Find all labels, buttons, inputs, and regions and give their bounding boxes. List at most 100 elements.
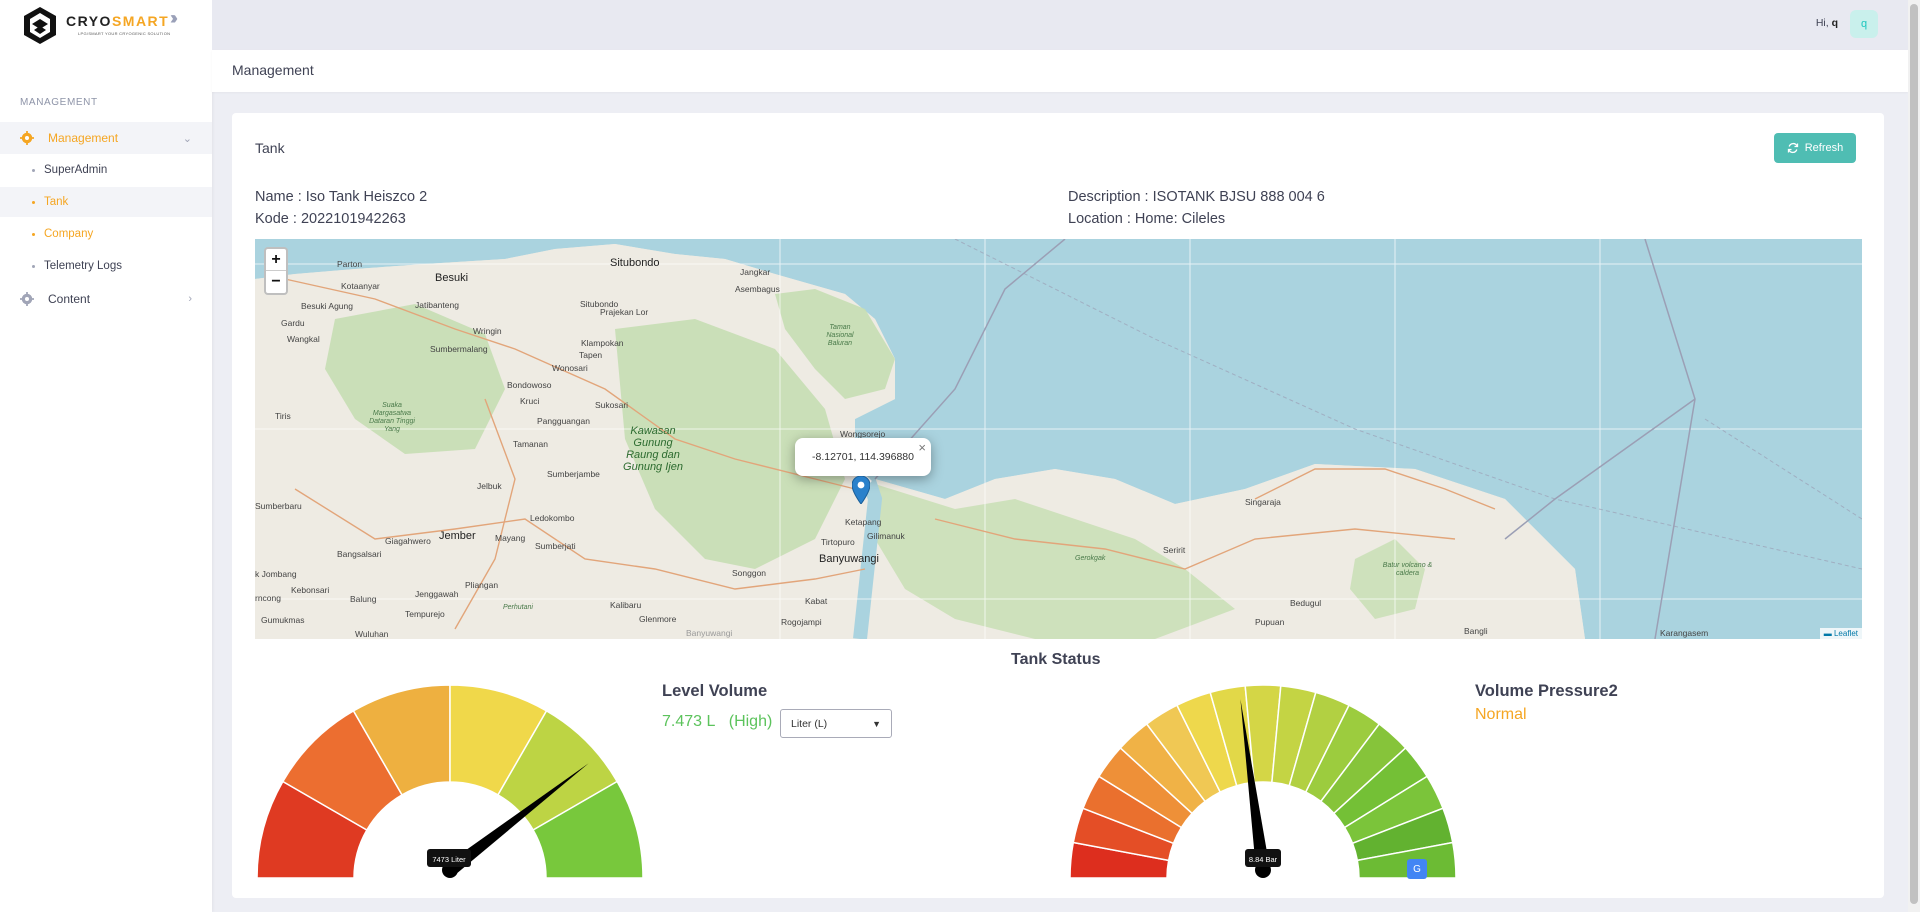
map-label: Asembagus: [735, 284, 780, 294]
map-label: Mayang: [495, 533, 526, 543]
close-icon[interactable]: ×: [918, 440, 926, 455]
zoom-out-button[interactable]: −: [266, 271, 286, 293]
bullet-icon: [32, 232, 35, 236]
gear-icon: [20, 131, 34, 145]
zoom-in-button[interactable]: +: [266, 249, 286, 271]
map-label: Tapen: [579, 350, 603, 360]
pressure-gauge: 8.84 Bar: [1069, 684, 1457, 879]
brand-chevrons-icon: ›››: [170, 8, 178, 28]
map-label: Kruci: [520, 396, 540, 406]
popup-coordinates: -8.12701, 114.396880: [812, 451, 914, 463]
topbar: Hi, q q: [212, 0, 1908, 50]
map-label: Singaraja: [1245, 497, 1281, 507]
refresh-button[interactable]: Refresh: [1774, 133, 1856, 163]
map-zoom-control: + −: [264, 247, 288, 295]
sidebar-section-label: MANAGEMENT: [20, 97, 98, 108]
map-label: Wuluhan: [355, 629, 389, 639]
map-label: Parton: [337, 259, 363, 269]
level-volume-gauge: 7473 Liter: [256, 684, 644, 879]
pressure-label: Volume Pressure2: [1475, 682, 1618, 700]
tank-location-map[interactable]: Parton Kotaanyar Besuki Situbondo Jangka…: [255, 239, 1862, 639]
map-attribution[interactable]: ▬ Leaflet: [1819, 628, 1862, 639]
brand-name-part1: CRYO: [66, 13, 112, 29]
map-label: Bondowoso: [507, 380, 552, 390]
map-label: Bangli: [1464, 626, 1488, 636]
unit-select-value: Liter (L): [791, 717, 828, 730]
brand-logo-icon: [24, 7, 56, 44]
map-label: Pliangan: [465, 580, 499, 590]
refresh-icon: [1787, 142, 1798, 154]
level-volume-value: 7.473 L (High): [662, 713, 772, 731]
brand-logo[interactable]: CRYOSMART ››› LPG/SMART YOUR CRYOGENIC S…: [18, 4, 198, 44]
map-label: Pangguangan: [537, 416, 590, 426]
map-label: Banyuwangi: [819, 553, 879, 565]
map-label: Jelbuk: [477, 481, 502, 491]
brand-tagline: LPG/SMART YOUR CRYOGENIC SOLUTION: [78, 31, 171, 36]
sidebar-item-label: Company: [44, 228, 94, 240]
map-marker-icon[interactable]: [852, 476, 870, 504]
gauge-value-text: 7473 Liter: [432, 855, 466, 864]
map-label: Kalibaru: [610, 600, 642, 610]
page-scrollbar[interactable]: [1908, 0, 1920, 912]
level-value-text: 7.473 L: [662, 713, 716, 730]
map-label: Gumukmas: [261, 615, 305, 625]
gauge-value-text: 8.84 Bar: [1249, 855, 1278, 864]
sidebar-item-superadmin[interactable]: SuperAdmin: [0, 155, 212, 185]
greeting-text: Hi,: [1815, 17, 1829, 29]
tank-description: Description : ISOTANK BJSU 888 004 6: [1068, 189, 1325, 205]
attribution-label: Leaflet: [1833, 629, 1858, 638]
map-label: Batur volcano & caldera: [1382, 562, 1433, 577]
map-label: Taman Nasional Baluran: [826, 324, 854, 347]
brand-name: CRYOSMART: [66, 13, 169, 29]
pressure-status: Normal: [1475, 706, 1527, 723]
map-label: Ledokombo: [530, 513, 575, 523]
map-label: Rogojampi: [781, 617, 822, 627]
map-label: Suaka Margasatwa Dataran Tinggi Yang: [369, 402, 415, 433]
tank-kode: Kode : 2022101942263: [255, 211, 406, 227]
map-label: Bedugul: [1290, 598, 1322, 608]
tank-status-title: Tank Status: [1011, 651, 1101, 668]
translate-icon[interactable]: G: [1407, 859, 1427, 879]
card-title: Tank: [255, 140, 285, 156]
sidebar-group-label: Content: [48, 292, 91, 306]
map-label: Kawasan Gunung Raung dan Gunung Ijen: [623, 425, 683, 473]
map-label: rncong: [255, 593, 281, 603]
map-label: k Jombang: [255, 569, 297, 579]
map-label: Gerokgak: [1075, 555, 1106, 562]
map-label: Perhutani: [503, 604, 533, 611]
sidebar-group-label: Management: [48, 131, 119, 145]
sidebar-item-label: Telemetry Logs: [44, 260, 122, 272]
map-label: Pupuan: [1255, 617, 1285, 627]
map-label: Seririt: [1163, 545, 1186, 555]
map-label: Glenmore: [639, 614, 677, 624]
map-label: Jember: [439, 530, 476, 542]
sidebar-group-management[interactable]: Management ⌄: [0, 122, 212, 154]
refresh-label: Refresh: [1804, 142, 1844, 154]
map-label: Songgon: [732, 568, 767, 578]
chevron-down-icon: ▼: [872, 718, 881, 729]
map-label: Besuki: [435, 272, 469, 284]
sidebar-item-telemetry-logs[interactable]: Telemetry Logs: [0, 251, 212, 281]
tank-location: Location : Home: Cileles: [1068, 211, 1226, 227]
map-label: Gilimanuk: [867, 531, 905, 541]
map-label: Giagahwero: [385, 536, 431, 546]
sidebar-item-label: Tank: [44, 196, 69, 208]
scrollbar-thumb[interactable]: [1910, 4, 1918, 904]
brand-name-part2: SMART: [111, 13, 170, 29]
map-label: Bangsalsari: [337, 549, 382, 559]
map-label: Sumberjati: [535, 541, 576, 551]
unit-select[interactable]: Liter (L) ▼: [780, 709, 892, 738]
avatar[interactable]: q: [1850, 10, 1878, 38]
map-popup: -8.12701, 114.396880 ×: [795, 438, 931, 476]
map-tiles: [255, 239, 1862, 639]
bullet-icon: [32, 168, 35, 172]
map-label: Kotaanyar: [341, 281, 380, 291]
page-title: Management: [232, 62, 314, 78]
sidebar-group-content[interactable]: Content ›: [0, 286, 212, 312]
chevron-right-icon: ›: [188, 293, 192, 305]
sidebar-item-company[interactable]: Company: [0, 219, 212, 249]
sidebar-item-tank[interactable]: Tank: [0, 187, 212, 217]
map-label: Kebonsari: [291, 585, 330, 595]
chevron-down-icon: ⌄: [182, 132, 192, 145]
map-label: Gardu: [281, 318, 305, 328]
